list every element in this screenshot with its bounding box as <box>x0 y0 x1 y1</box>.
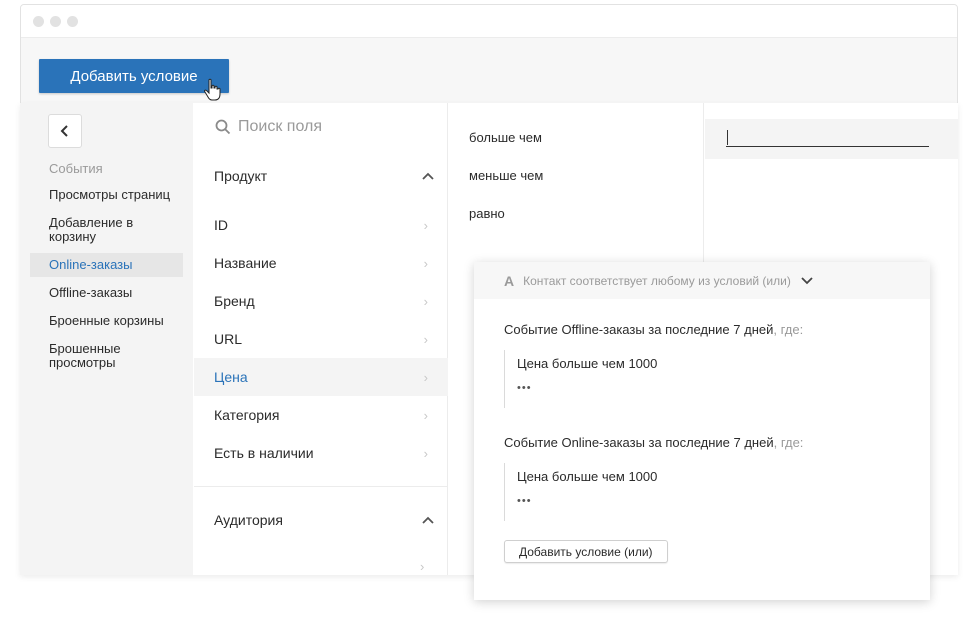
event-item-abandoned-views[interactable]: Брошенные просмотры <box>30 342 150 370</box>
search-icon <box>215 119 231 135</box>
field-label: Цена <box>214 369 248 385</box>
chevron-right-icon: › <box>423 369 428 385</box>
window-titlebar <box>21 5 957 38</box>
group-audience-label: Аудитория <box>214 512 283 528</box>
group-divider <box>194 486 448 487</box>
field-item-category[interactable]: Категория › <box>194 396 448 434</box>
field-label: Категория <box>214 407 280 423</box>
hand-pointer-cursor-icon <box>204 78 221 101</box>
field-item-price[interactable]: Цена › <box>194 358 448 396</box>
window-close-dot[interactable] <box>33 16 44 27</box>
condition-1-rule[interactable]: Цена больше чем 1000 <box>517 356 657 371</box>
condition-summary-card: A Контакт соответствует любому из услови… <box>474 262 930 600</box>
match-mode-label: Контакт соответствует любому из условий … <box>523 273 791 288</box>
condition-1-body: Цена больше чем 1000 ••• <box>504 350 744 408</box>
condition-1-title[interactable]: Событие Offline-заказы за последние 7 дн… <box>504 322 803 337</box>
field-item-brand[interactable]: Бренд › <box>194 282 448 320</box>
match-mode-selector[interactable]: A Контакт соответствует любому из услови… <box>474 262 930 299</box>
operator-equals[interactable]: равно <box>469 206 505 221</box>
condition-2-more-icon[interactable]: ••• <box>517 495 532 507</box>
add-or-condition-button[interactable]: Добавить условие (или) <box>504 540 668 563</box>
condition-2-title-text: Событие Online-заказы за последние 7 дне… <box>504 435 774 450</box>
chevron-right-icon: › <box>423 255 428 271</box>
chevron-right-icon: › <box>423 293 428 309</box>
field-label: URL <box>214 331 243 347</box>
condition-1-more-icon[interactable]: ••• <box>517 382 532 394</box>
fields-column: Поиск поля Продукт ID › Название › Бренд › … <box>194 103 448 575</box>
field-item-name[interactable]: Название › <box>194 244 448 282</box>
field-label: ID <box>214 217 228 233</box>
group-product[interactable]: Продукт <box>214 168 434 184</box>
field-label: Бренд <box>214 293 255 309</box>
chevron-right-icon: › <box>423 445 428 461</box>
chevron-right-icon: › <box>420 559 425 574</box>
operator-greater-than[interactable]: больше чем <box>469 130 542 145</box>
value-input-row <box>705 119 958 159</box>
chevron-right-icon: › <box>423 217 428 233</box>
chevron-up-icon <box>422 172 434 180</box>
window-maximize-dot[interactable] <box>67 16 78 27</box>
event-item-add-to-cart[interactable]: Добавление в корзину <box>30 216 180 244</box>
operator-less-than[interactable]: меньше чем <box>469 168 543 183</box>
condition-2-rule[interactable]: Цена больше чем 1000 <box>517 469 657 484</box>
chevron-up-icon <box>422 516 434 524</box>
condition-1-title-suffix: , где: <box>773 322 804 337</box>
field-item-url[interactable]: URL › <box>194 320 448 358</box>
condition-2-title-suffix: , где: <box>773 435 804 450</box>
field-label: Название <box>214 255 277 271</box>
search-input[interactable]: Поиск поля <box>238 118 322 136</box>
field-item-id[interactable]: ID › <box>194 206 448 244</box>
condition-2-body: Цена больше чем 1000 ••• <box>504 463 744 521</box>
event-item-abandoned-carts[interactable]: Броенные корзины <box>30 314 183 328</box>
value-input[interactable] <box>726 146 929 147</box>
group-product-label: Продукт <box>214 168 268 184</box>
field-label: Есть в наличии <box>214 445 314 461</box>
chevron-right-icon: › <box>423 331 428 347</box>
events-heading: События <box>49 161 103 176</box>
window-minimize-dot[interactable] <box>50 16 61 27</box>
chevron-down-icon <box>801 276 813 284</box>
condition-1-title-text: Событие Offline-заказы за последние 7 дн… <box>504 322 774 337</box>
add-condition-button[interactable]: Добавить условие <box>39 59 229 93</box>
back-button[interactable] <box>48 114 82 148</box>
field-search[interactable]: Поиск поля <box>215 118 322 136</box>
events-column: События Просмотры страниц Добавление в к… <box>20 103 193 575</box>
group-audience[interactable]: Аудитория <box>214 512 434 528</box>
text-caret <box>727 130 728 145</box>
text-a-icon: A <box>504 272 515 289</box>
field-item-in-stock[interactable]: Есть в наличии › <box>194 434 448 472</box>
chevron-left-icon <box>60 125 68 137</box>
condition-2-title[interactable]: Событие Online-заказы за последние 7 дне… <box>504 435 803 450</box>
chevron-right-icon: › <box>423 407 428 423</box>
event-item-online-orders[interactable]: Online-заказы <box>30 253 183 277</box>
event-item-page-views[interactable]: Просмотры страниц <box>30 188 183 202</box>
event-item-offline-orders[interactable]: Offline-заказы <box>30 286 183 300</box>
